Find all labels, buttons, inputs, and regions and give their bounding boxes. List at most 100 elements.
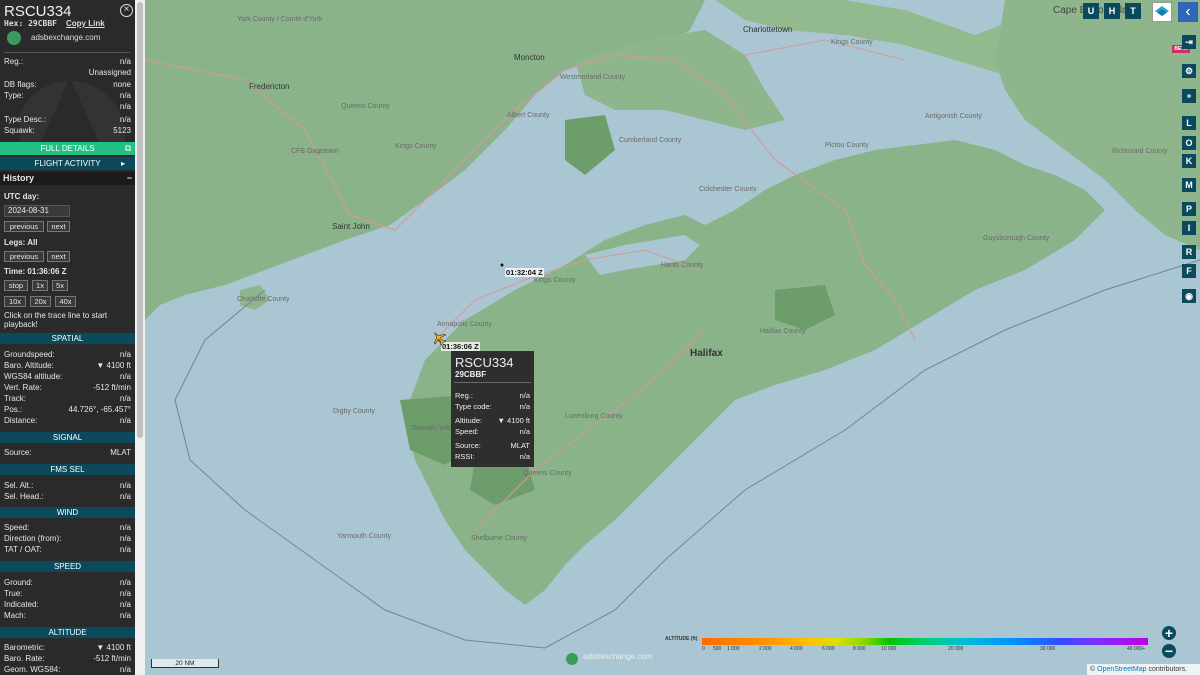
layers-button[interactable] xyxy=(1152,2,1172,22)
tooltip-key: Type code: xyxy=(455,402,492,411)
t-control-button[interactable]: T xyxy=(1125,3,1141,19)
l-control-button[interactable]: L xyxy=(1182,116,1196,130)
field-key: Baro. Rate: xyxy=(4,654,45,663)
field-key: Baro. Altitude: xyxy=(4,361,54,370)
map-label: Yarmouth County xyxy=(337,533,391,540)
altitude-color-bar xyxy=(702,638,1148,645)
o-control-button[interactable]: O xyxy=(1182,136,1196,150)
tooltip-key: Source: xyxy=(455,441,481,450)
detail-row: DB flags: none xyxy=(4,80,131,91)
field-row: Geom. WGS84: n/a xyxy=(4,665,131,675)
map-attribution: © OpenStreetMap contributors. xyxy=(1087,664,1200,675)
field-key: Sel. Alt.: xyxy=(4,481,34,490)
speed-1x-button[interactable]: 1x xyxy=(32,280,48,291)
k-control-button[interactable]: K xyxy=(1182,154,1196,168)
field-key: Direction (from): xyxy=(4,534,62,543)
detail-value: n/a xyxy=(119,115,131,124)
attribution-prefix: © xyxy=(1090,666,1096,673)
field-key: True: xyxy=(4,589,23,598)
section-header-fms[interactable]: FMS SEL xyxy=(0,464,135,475)
field-row: Sel. Alt.: n/a xyxy=(4,481,131,492)
field-key: Groundspeed: xyxy=(4,350,55,359)
callsign: RSCU334 xyxy=(4,3,72,20)
map-label: Digby County xyxy=(333,408,376,415)
m-control-button[interactable]: M xyxy=(1182,178,1196,192)
field-key: Geom. WGS84: xyxy=(4,665,61,674)
section-header-wind[interactable]: WIND xyxy=(0,507,135,518)
speed-40x-button[interactable]: 40x xyxy=(55,296,76,307)
field-value: n/a xyxy=(119,372,131,381)
tooltip-key: Altitude: xyxy=(455,416,483,425)
zoom-out-button[interactable]: − xyxy=(1162,644,1176,658)
tooltip-key: Speed: xyxy=(455,427,479,436)
h-control-button[interactable]: H xyxy=(1104,3,1120,19)
leg-next-button[interactable]: next xyxy=(47,251,70,262)
p-control-button[interactable]: P xyxy=(1182,202,1196,216)
sidebar-scrollbar[interactable] xyxy=(135,0,145,675)
adsbexchange-logo-icon xyxy=(7,31,21,45)
map-label: York County / Comté d'York xyxy=(237,16,323,23)
field-value: ▼ 4100 ft xyxy=(96,361,131,370)
detail-value: 5123 xyxy=(113,126,131,135)
openstreetmap-link[interactable]: OpenStreetMap xyxy=(1097,666,1146,673)
detail-key: Squawk: xyxy=(4,126,35,135)
layers-icon xyxy=(1155,6,1169,16)
collapse-icon[interactable]: − xyxy=(127,172,132,185)
detail-row: Squawk: 5123 xyxy=(4,126,131,137)
tooltip-value: n/a xyxy=(519,402,530,411)
section-header-speed[interactable]: SPEED xyxy=(0,561,135,572)
map-view[interactable]: York County / Comté d'York Fredericton Q… xyxy=(145,0,1200,675)
aircraft-info-sidebar: RSCU334 × Hex: 29CBBF Copy Link adsbexch… xyxy=(0,0,135,675)
map-label: Fredericton xyxy=(249,82,290,91)
detail-row: Type Desc.: n/a xyxy=(4,115,131,126)
tooltip-row: RSSI: n/a xyxy=(455,452,530,461)
field-value: n/a xyxy=(119,394,131,403)
speed-5x-button[interactable]: 5x xyxy=(52,280,68,291)
detail-value: n/a xyxy=(119,91,131,100)
scrollbar-thumb[interactable] xyxy=(137,2,143,438)
section-header-signal[interactable]: SIGNAL xyxy=(0,432,135,443)
field-value: -512 ft/min xyxy=(93,654,131,663)
date-input[interactable]: 2024-08-31 xyxy=(4,205,70,217)
map-label: CFB Gagetown xyxy=(291,148,339,155)
field-row: Source: MLAT xyxy=(4,448,131,459)
field-row: WGS84 altitude: n/a xyxy=(4,372,131,383)
playback-hint: Click on the trace line to start playbac… xyxy=(4,311,108,329)
tooltip-value: MLAT xyxy=(510,441,530,450)
f-control-button[interactable]: F xyxy=(1182,264,1196,278)
day-previous-button[interactable]: previous xyxy=(4,221,44,232)
i-control-button[interactable]: I xyxy=(1182,221,1196,235)
login-icon[interactable]: ⇥ xyxy=(1182,35,1196,49)
full-details-label: FULL DETAILS xyxy=(40,144,95,153)
r-control-button[interactable]: R xyxy=(1182,245,1196,259)
day-next-button[interactable]: next xyxy=(47,221,70,232)
source-site-link[interactable]: adsbexchange.com xyxy=(31,33,100,42)
field-key: Source: xyxy=(4,448,32,457)
full-details-button[interactable]: FULL DETAILS ⧉ xyxy=(0,142,135,155)
detail-key: Type Desc.: xyxy=(4,115,47,124)
settings-icon[interactable]: ⚙ xyxy=(1182,64,1196,78)
leg-previous-button[interactable]: previous xyxy=(4,251,44,262)
section-header-spatial[interactable]: SPATIAL xyxy=(0,333,135,344)
sitemap-icon[interactable]: ⚬ xyxy=(1182,89,1196,103)
collapse-sidebar-icon[interactable]: ‹ xyxy=(1178,2,1198,22)
zoom-in-button[interactable]: + xyxy=(1162,626,1176,640)
field-value: MLAT xyxy=(110,448,131,457)
tooltip-hex: 29CBBF xyxy=(455,370,487,379)
tooltip-value: n/a xyxy=(519,427,530,436)
tooltip-row: Reg.: n/a xyxy=(455,391,530,400)
history-header[interactable]: History − xyxy=(0,172,135,185)
aircraft-marker-icon[interactable] xyxy=(431,330,447,346)
speed-10x-button[interactable]: 10x xyxy=(4,296,26,307)
attribution-suffix: contributors. xyxy=(1148,666,1188,673)
flight-activity-button[interactable]: FLIGHT ACTIVITY ▸ xyxy=(0,157,135,170)
detail-key: DB flags: xyxy=(4,80,37,89)
replay-icon[interactable]: ◉ xyxy=(1182,289,1196,303)
copy-link[interactable]: Copy Link xyxy=(66,19,105,28)
u-control-button[interactable]: U xyxy=(1083,3,1099,19)
tooltip-row: Source: MLAT xyxy=(455,441,530,450)
stop-button[interactable]: stop xyxy=(4,280,28,291)
section-header-altitude[interactable]: ALTITUDE xyxy=(0,627,135,638)
speed-20x-button[interactable]: 20x xyxy=(30,296,51,307)
close-icon[interactable]: × xyxy=(120,4,133,17)
